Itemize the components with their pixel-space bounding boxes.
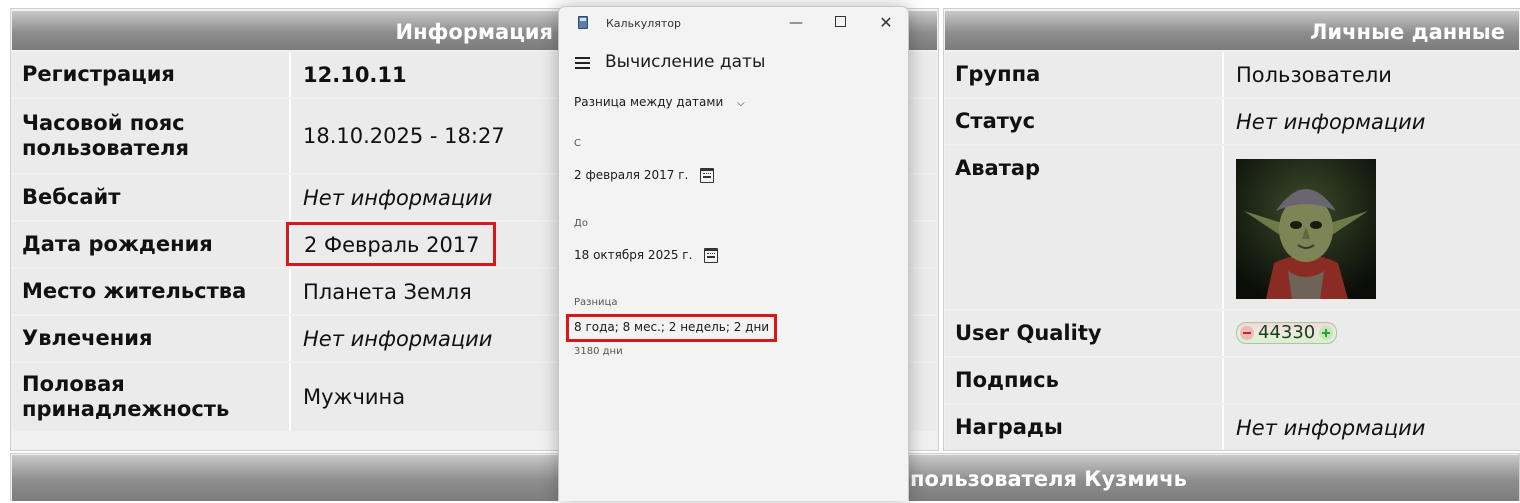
difference-highlight <box>566 314 777 342</box>
personal-label: Подпись <box>945 358 1222 403</box>
from-label: С <box>574 138 581 149</box>
calendar-icon <box>704 248 719 263</box>
personal-panel-title: Личные данные <box>945 11 1519 50</box>
info-label: Место жительства <box>12 269 289 314</box>
bottom-bar-title: пользователя Кузмичь <box>910 467 1187 491</box>
chevron-down-icon: ⌵ <box>737 98 745 109</box>
calculator-mode-title: Вычисление даты <box>605 52 766 72</box>
calculator-window[interactable]: Калькулятор — ✕ Вычисление даты Разница … <box>558 6 909 501</box>
user-quality-rating: 44330 <box>1236 321 1338 344</box>
personal-label: Аватар <box>945 146 1222 309</box>
personal-row-status: Статус Нет информации <box>945 99 1520 144</box>
mode-select-label: Разница между датами <box>574 95 724 109</box>
calculator-titlebar[interactable]: Калькулятор — ✕ <box>559 7 908 39</box>
hamburger-menu-icon[interactable] <box>575 57 590 69</box>
personal-label: Награды <box>945 405 1222 450</box>
from-date-value: 2 февраля 2017 г. <box>574 168 689 182</box>
user-quality-value: 44330 <box>1258 322 1316 343</box>
calculator-app-title: Калькулятор <box>606 17 681 30</box>
personal-value: Нет информации <box>1224 99 1520 144</box>
info-label: Дата рождения <box>12 222 289 267</box>
info-label: Половая принадлежность <box>12 363 289 431</box>
calculator-app-icon <box>578 16 588 29</box>
personal-label: Статус <box>945 99 1222 144</box>
info-label: Регистрация <box>12 52 289 97</box>
personal-panel: Личные данные Группа Пользователи Статус… <box>943 8 1520 451</box>
info-label: Увлечения <box>12 316 289 361</box>
birthdate-highlight <box>286 222 496 266</box>
personal-value: Нет информации <box>1224 405 1520 450</box>
personal-value <box>1224 358 1520 403</box>
personal-row-avatar: Аватар <box>945 146 1520 309</box>
personal-label: User Quality <box>945 311 1222 356</box>
personal-value: Пользователи <box>1224 52 1520 97</box>
personal-row-signature: Подпись <box>945 358 1520 403</box>
personal-row-awards: Награды Нет информации <box>945 405 1520 450</box>
to-label: До <box>574 218 588 229</box>
to-date-picker[interactable]: 18 октября 2025 г. <box>574 248 719 263</box>
minus-icon[interactable] <box>1240 325 1254 340</box>
minimize-icon[interactable]: — <box>785 13 807 33</box>
personal-row-group: Группа Пользователи <box>945 52 1520 97</box>
close-icon[interactable]: ✕ <box>875 13 897 33</box>
maximize-icon[interactable] <box>829 13 851 33</box>
plus-icon[interactable] <box>1319 325 1334 340</box>
from-date-picker[interactable]: 2 февраля 2017 г. <box>574 168 715 183</box>
calendar-icon <box>700 168 715 183</box>
info-label: Вебсайт <box>12 175 289 220</box>
to-date-value: 18 октября 2025 г. <box>574 248 693 262</box>
difference-days: 3180 дни <box>574 346 623 357</box>
avatar-cell <box>1224 146 1520 309</box>
mode-select-dropdown[interactable]: Разница между датами ⌵ <box>574 95 745 109</box>
personal-row-user-quality: User Quality 44330 <box>945 311 1520 356</box>
avatar[interactable] <box>1236 159 1376 299</box>
user-quality-cell: 44330 <box>1224 311 1520 356</box>
difference-label: Разница <box>574 297 618 308</box>
info-label: Часовой пояс пользователя <box>12 99 289 173</box>
personal-label: Группа <box>945 52 1222 97</box>
